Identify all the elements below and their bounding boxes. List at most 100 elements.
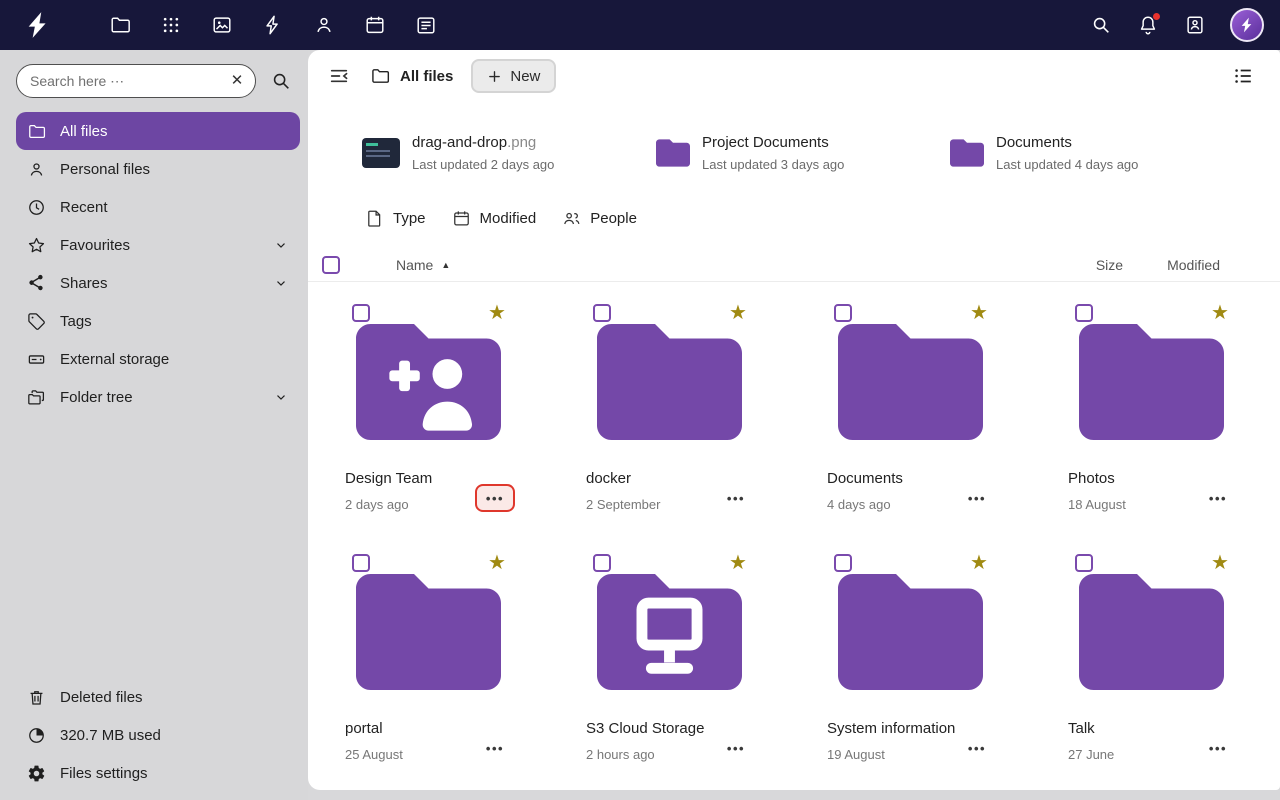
dashboard-app-icon[interactable] <box>159 13 183 37</box>
file-tile[interactable]: Photos 18 August <box>1031 298 1272 538</box>
chevron-down-icon[interactable] <box>272 388 290 406</box>
ellipsis-icon <box>968 491 986 506</box>
file-name: Documents <box>827 470 903 487</box>
sidebar-item-folder-tree[interactable]: Folder tree <box>16 378 300 416</box>
file-name: Talk <box>1068 720 1095 737</box>
file-tile[interactable]: portal 25 August <box>308 548 549 788</box>
actions-menu-button[interactable] <box>957 734 997 762</box>
search-input[interactable] <box>16 64 256 98</box>
trash-icon <box>26 687 46 707</box>
tasks-app-icon[interactable] <box>414 13 438 37</box>
sidebar-item-recent[interactable]: Recent <box>16 188 300 226</box>
filter-label: Type <box>393 209 426 227</box>
recent-file-name: drag-and-drop <box>412 134 508 151</box>
filter-label: Modified <box>479 209 537 227</box>
sidebar-item-label: Files settings <box>60 764 148 782</box>
user-avatar[interactable] <box>1230 8 1264 42</box>
clear-search-icon[interactable]: ✕ <box>227 71 247 91</box>
view-list-toggle-icon[interactable] <box>1226 59 1260 93</box>
column-size[interactable]: Size <box>1096 257 1123 273</box>
file-tile[interactable]: Documents 4 days ago <box>790 298 1031 538</box>
calendar-app-icon[interactable] <box>363 13 387 37</box>
actions-menu-button[interactable] <box>1198 484 1238 512</box>
sidebar-item-shares[interactable]: Shares <box>16 264 300 302</box>
files-app-icon[interactable] <box>108 13 132 37</box>
folder-icon <box>656 139 690 167</box>
app-logo-icon[interactable] <box>16 5 60 45</box>
ellipsis-icon <box>486 741 504 756</box>
file-modified: 2 September <box>586 497 661 512</box>
sidebar-item-favourites[interactable]: Favourites <box>16 226 300 264</box>
filter-label: People <box>590 209 637 227</box>
sidebar-item-deleted-files[interactable]: Deleted files <box>16 678 300 716</box>
filter-people-button[interactable]: People <box>562 209 637 228</box>
file-modified: 19 August <box>827 747 885 762</box>
activity-app-icon[interactable] <box>261 13 285 37</box>
recent-file-card[interactable]: drag-and-drop.png Last updated 2 days ag… <box>362 130 656 176</box>
contacts-menu-icon[interactable] <box>1183 13 1207 37</box>
recent-file-subtitle: Last updated 4 days ago <box>996 157 1139 172</box>
recent-file-name: Project Documents <box>702 134 829 151</box>
folder-user-plus-icon <box>356 324 501 440</box>
gear-icon <box>26 763 46 783</box>
sidebar-item-all-files[interactable]: All files <box>16 112 300 150</box>
folder-icon <box>1079 324 1224 440</box>
select-all-checkbox[interactable] <box>322 255 340 274</box>
chevron-down-icon[interactable] <box>272 274 290 292</box>
topbar-right <box>1089 8 1264 42</box>
collapse-sidebar-icon[interactable] <box>322 59 356 93</box>
actions-menu-button[interactable] <box>957 484 997 512</box>
file-tile[interactable]: S3 Cloud Storage 2 hours ago <box>549 548 790 788</box>
file-modified: 2 hours ago <box>586 747 655 762</box>
new-button-label: New <box>510 67 541 85</box>
contacts-app-icon[interactable] <box>312 13 336 37</box>
file-modified: 27 June <box>1068 747 1115 762</box>
folder-icon <box>597 324 742 440</box>
file-modified: 2 days ago <box>345 497 409 512</box>
star-icon <box>26 235 46 255</box>
sidebar-item-files-settings[interactable]: Files settings <box>16 754 300 792</box>
sidebar-item-quota[interactable]: 320.7 MB used <box>16 716 300 754</box>
actions-menu-button[interactable] <box>1198 734 1238 762</box>
actions-menu-button[interactable] <box>475 484 515 512</box>
sidebar-item-label: Tags <box>60 312 92 330</box>
sidebar: ✕ All files Personal files <box>0 50 308 800</box>
filter-type-button[interactable]: Type <box>365 209 426 228</box>
search-submit-icon[interactable] <box>270 69 294 93</box>
filter-bar: Type Modified People <box>308 176 1280 230</box>
sidebar-item-personal-files[interactable]: Personal files <box>16 150 300 188</box>
plus-icon <box>489 70 501 82</box>
actions-menu-button[interactable] <box>716 734 756 762</box>
actions-menu-button[interactable] <box>716 484 756 512</box>
file-name: portal <box>345 720 383 737</box>
ellipsis-icon <box>727 741 745 756</box>
person-icon <box>26 159 46 179</box>
column-name-sort[interactable]: Name ▲ <box>396 257 450 273</box>
sidebar-item-tags[interactable]: Tags <box>16 302 300 340</box>
notifications-bell-icon[interactable] <box>1136 13 1160 37</box>
breadcrumb-label: All files <box>400 67 454 85</box>
chevron-down-icon[interactable] <box>272 236 290 254</box>
breadcrumb[interactable]: All files <box>370 66 453 86</box>
column-modified[interactable]: Modified <box>1167 257 1220 273</box>
file-name: Design Team <box>345 470 433 487</box>
actions-menu-button[interactable] <box>475 734 515 762</box>
file-tile[interactable]: Talk 27 June <box>1031 548 1272 788</box>
filter-modified-button[interactable]: Modified <box>452 209 537 228</box>
recent-file-card[interactable]: Documents Last updated 4 days ago <box>950 130 1244 176</box>
sidebar-item-external-storage[interactable]: External storage <box>16 340 300 378</box>
quota-pie-icon <box>26 725 46 745</box>
ellipsis-icon <box>1209 741 1227 756</box>
new-button[interactable]: New <box>471 59 557 93</box>
file-icon <box>368 210 381 227</box>
sidebar-item-label: All files <box>60 122 108 140</box>
sort-ascending-icon: ▲ <box>441 259 451 270</box>
file-modified: 18 August <box>1068 497 1126 512</box>
recent-file-card[interactable]: Project Documents Last updated 3 days ag… <box>656 130 950 176</box>
file-tile[interactable]: docker 2 September <box>549 298 790 538</box>
photos-app-icon[interactable] <box>210 13 234 37</box>
folder-icon <box>356 574 501 690</box>
file-tile[interactable]: Design Team 2 days ago <box>308 298 549 538</box>
search-icon[interactable] <box>1089 13 1113 37</box>
file-tile[interactable]: System information 19 August <box>790 548 1031 788</box>
